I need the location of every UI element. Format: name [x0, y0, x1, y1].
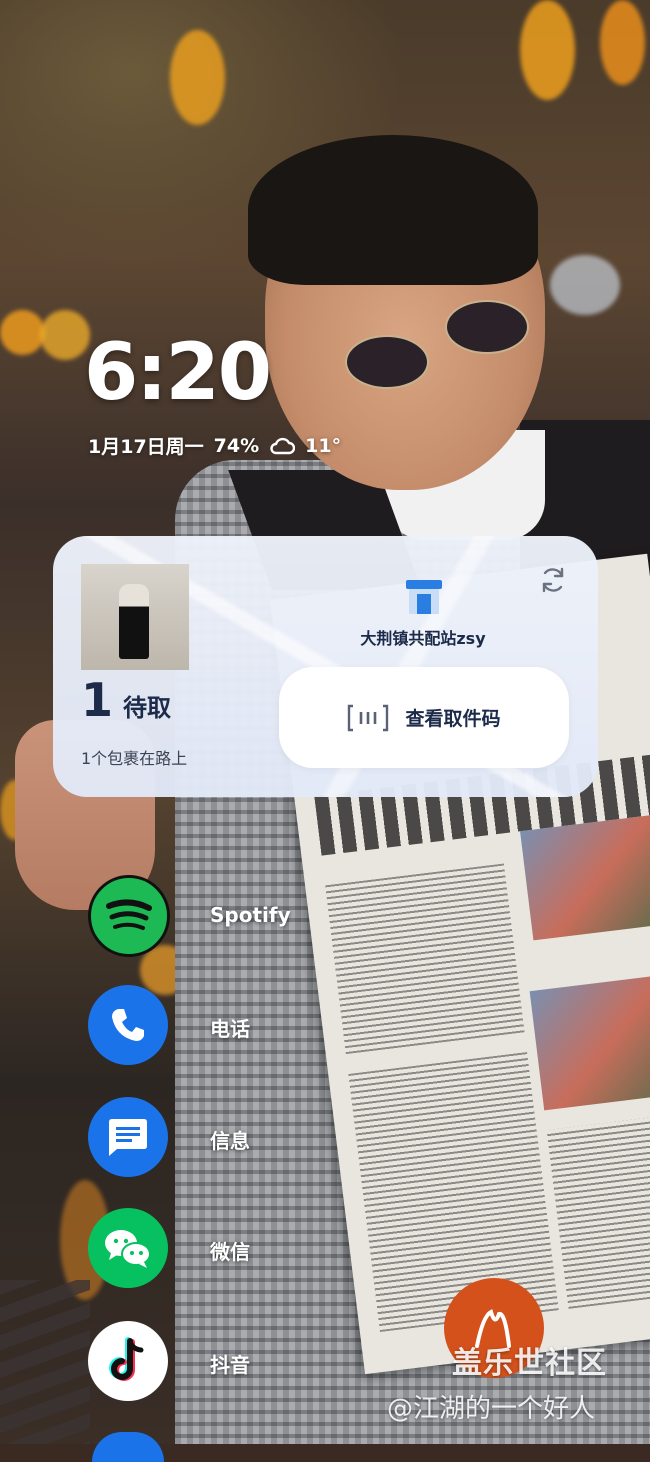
view-pickup-code-button[interactable]: 查看取件码 — [279, 667, 569, 768]
app-spotify[interactable]: Spotify — [88, 875, 291, 957]
cloud-icon — [270, 437, 296, 454]
phone-icon — [88, 985, 168, 1065]
station-name: 大荆镇共配站zsy — [360, 629, 486, 648]
watermark-handle: @江湖的一个好人 — [387, 1394, 596, 1424]
parcel-widget[interactable]: 1 待取 1个包裹在路上 大荆镇共配站zsy 查看取件码 — [53, 536, 598, 797]
lockscreen-clock: 6:20 — [84, 328, 272, 418]
spotify-icon — [88, 875, 170, 957]
app-label: 抖音 — [210, 1353, 250, 1377]
date-text: 1月17日周一 — [88, 436, 204, 458]
tiktok-icon — [88, 1321, 168, 1401]
message-icon — [88, 1097, 168, 1177]
pending-label: 待取 — [123, 694, 172, 722]
scan-code-icon — [348, 704, 389, 731]
parcel-thumbnail — [81, 564, 189, 670]
app-label: 电话 — [210, 1017, 250, 1041]
wechat-icon — [88, 1208, 168, 1288]
in-transit-text: 1个包裹在路上 — [81, 749, 188, 768]
app-phone[interactable]: 电话 — [88, 985, 250, 1065]
app-messages[interactable]: 信息 — [88, 1097, 250, 1177]
view-pickup-code-label: 查看取件码 — [405, 708, 501, 730]
lockscreen-status-row: 1月17日周一 74% 11° — [88, 432, 341, 459]
app-douyin[interactable]: 抖音 — [88, 1321, 250, 1401]
app-label: Spotify — [210, 903, 291, 927]
pending-pickup: 1 待取 — [81, 673, 171, 727]
watermark-brand: 盖乐世社区 — [452, 1346, 607, 1381]
app-label: 微信 — [210, 1240, 250, 1264]
refresh-icon[interactable] — [537, 564, 569, 596]
battery-text: 74% — [213, 434, 260, 457]
app-label: 信息 — [210, 1129, 250, 1153]
temperature-text: 11° — [305, 434, 342, 457]
pending-count: 1 — [81, 673, 114, 727]
station-icon — [406, 580, 442, 614]
app-wechat[interactable]: 微信 — [88, 1208, 250, 1288]
